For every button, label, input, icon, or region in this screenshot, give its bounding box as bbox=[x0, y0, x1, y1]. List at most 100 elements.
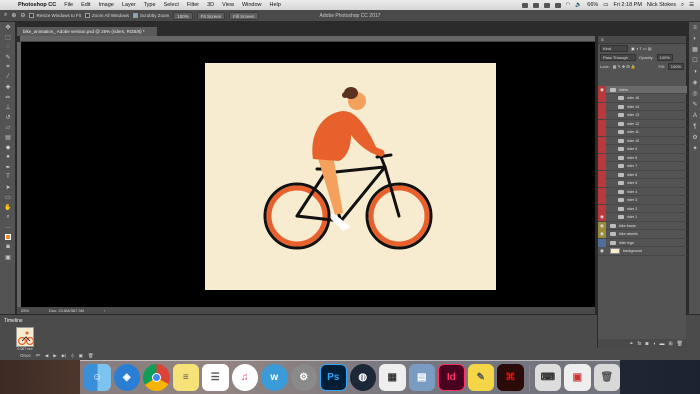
visibility-eye-icon[interactable] bbox=[598, 187, 606, 196]
battery-icon[interactable]: ▭ bbox=[603, 2, 608, 8]
menu-3d[interactable]: 3D bbox=[203, 2, 218, 8]
eyedropper-tool-icon[interactable]: ⁄ bbox=[1, 72, 15, 82]
blur-tool-icon[interactable]: ◆ bbox=[1, 142, 15, 152]
wifi-icon[interactable]: ◠ bbox=[566, 2, 571, 8]
add-mask-icon[interactable]: ◙ bbox=[645, 341, 648, 347]
brush-settings-icon[interactable]: ✦ bbox=[689, 143, 700, 154]
stamp-tool-icon[interactable]: ⊥ bbox=[1, 102, 15, 112]
visibility-eye-icon[interactable] bbox=[598, 162, 606, 170]
visibility-eye-icon[interactable]: ◉ bbox=[598, 230, 606, 238]
fx-icon[interactable]: fx bbox=[637, 341, 641, 347]
safari-icon[interactable]: ◈ bbox=[113, 364, 140, 391]
visibility-eye-icon[interactable] bbox=[598, 111, 606, 119]
marquee-tool-icon[interactable]: ⬚ bbox=[1, 32, 15, 42]
zoom-100-button[interactable]: 100% bbox=[173, 11, 193, 20]
first-frame-icon[interactable]: ⏮ bbox=[36, 353, 40, 359]
menu-window[interactable]: Window bbox=[238, 2, 266, 8]
user-name[interactable]: Nick Stokes bbox=[647, 2, 676, 8]
volume-icon[interactable]: 🔈 bbox=[575, 2, 582, 8]
gradient-tool-icon[interactable]: ▤ bbox=[1, 132, 15, 142]
opacity-field[interactable]: 100% bbox=[656, 54, 673, 61]
resize-windows-checkbox[interactable]: Resize Windows to Fit bbox=[29, 13, 81, 18]
layer-row[interactable]: rider 14 bbox=[598, 102, 687, 111]
filter-icons[interactable]: ▣ ◑ T ▭ ▤ bbox=[631, 46, 652, 51]
visibility-eye-icon[interactable]: ◉ bbox=[598, 221, 606, 230]
paths-icon[interactable]: ✎ bbox=[689, 99, 700, 110]
status-icon[interactable] bbox=[554, 2, 561, 8]
menu-edit[interactable]: Edit bbox=[77, 2, 94, 8]
status-icon[interactable] bbox=[521, 2, 528, 8]
blend-mode-select[interactable]: Pass Through bbox=[600, 54, 636, 61]
layer-row[interactable]: rider 2 bbox=[598, 204, 687, 213]
timeline-frame[interactable] bbox=[16, 327, 35, 347]
next-frame-icon[interactable]: ▶| bbox=[62, 353, 67, 359]
layer-row[interactable]: rider 3 bbox=[598, 196, 687, 205]
chrome-icon[interactable] bbox=[143, 364, 170, 391]
menu-file[interactable]: File bbox=[60, 2, 77, 8]
frame-delay[interactable]: 0.067 sec bbox=[16, 347, 34, 351]
crop-tool-icon[interactable]: ⌗ bbox=[1, 62, 15, 72]
properties-icon[interactable]: ⚙ bbox=[689, 132, 700, 143]
visibility-eye-icon[interactable] bbox=[598, 102, 606, 111]
tween-icon[interactable]: ⟠ bbox=[71, 353, 73, 359]
character-icon[interactable]: A bbox=[689, 110, 700, 121]
play-icon[interactable]: ▶ bbox=[53, 353, 56, 359]
pen-tool-icon[interactable]: ✒ bbox=[1, 162, 15, 172]
adjustments-icon[interactable]: ◑ bbox=[689, 66, 700, 77]
history-brush-icon[interactable]: ↺ bbox=[1, 112, 15, 122]
visibility-eye-icon[interactable] bbox=[598, 179, 606, 187]
visibility-eye-icon[interactable]: ◉ bbox=[598, 213, 606, 221]
clock[interactable]: Fri 2:18 PM bbox=[613, 2, 641, 8]
libraries-icon[interactable]: ☐ bbox=[689, 55, 700, 66]
link-layers-icon[interactable]: ⚭ bbox=[629, 341, 633, 347]
indesign-icon[interactable]: Id bbox=[438, 364, 465, 391]
color-icon[interactable]: ◐ bbox=[689, 33, 700, 44]
quick-select-tool-icon[interactable]: ✎ bbox=[1, 52, 15, 62]
notes-icon[interactable]: ≡ bbox=[172, 364, 199, 391]
layer-row[interactable]: rider 7 bbox=[598, 162, 687, 171]
screen-mode-icon[interactable]: ▣ bbox=[1, 252, 15, 262]
menu-image[interactable]: Image bbox=[95, 2, 118, 8]
layer-row[interactable]: rider 8 bbox=[598, 153, 687, 162]
document-tab[interactable]: bike_animation_ Adobe version.psd @ 25% … bbox=[17, 27, 157, 36]
layer-row[interactable]: rider 9 bbox=[598, 145, 687, 154]
layer-row[interactable]: ◉ rider 1 bbox=[598, 213, 687, 222]
visibility-eye-icon[interactable] bbox=[598, 196, 606, 204]
delete-frame-icon[interactable]: 🗑 bbox=[88, 353, 94, 359]
spotlight-icon[interactable]: ⌕ bbox=[681, 2, 684, 9]
menu-help[interactable]: Help bbox=[266, 2, 285, 8]
visibility-eye-icon[interactable] bbox=[598, 238, 606, 247]
lock-icons[interactable]: ▦ ✎ ✥ ⊞ 🔒 bbox=[613, 64, 636, 69]
visibility-eye-icon[interactable] bbox=[598, 128, 606, 136]
channels-icon[interactable]: ◎ bbox=[689, 88, 700, 99]
acrobat-icon[interactable]: ⌘ bbox=[497, 364, 524, 391]
w-icon[interactable]: w bbox=[261, 364, 288, 391]
layer-row[interactable]: rider 4 bbox=[598, 187, 687, 196]
status-arrow-icon[interactable]: › bbox=[104, 307, 105, 314]
preview-icon[interactable]: ▤ bbox=[408, 364, 436, 391]
color-swatches[interactable] bbox=[1, 232, 15, 242]
status-icon[interactable] bbox=[543, 2, 550, 8]
visibility-eye-icon[interactable] bbox=[598, 94, 606, 102]
new-layer-icon[interactable]: ⊞ bbox=[668, 341, 672, 347]
zoom-out-icon[interactable]: ⊖ bbox=[20, 12, 25, 19]
fit-screen-button[interactable]: Fit Screen bbox=[196, 11, 226, 20]
visibility-eye-icon[interactable] bbox=[598, 153, 606, 162]
quick-mask-icon[interactable]: ◙ bbox=[1, 242, 15, 252]
move-tool-icon[interactable]: ✥ bbox=[1, 22, 15, 32]
layer-row[interactable]: rider 6 bbox=[598, 170, 687, 179]
adjustment-layer-icon[interactable]: ◑ bbox=[652, 341, 655, 347]
layer-row[interactable]: ◉ bike wheels bbox=[598, 230, 687, 239]
visibility-eye-icon[interactable] bbox=[598, 145, 606, 153]
battery-percent[interactable]: 66% bbox=[587, 2, 598, 8]
layer-row[interactable]: rider legs bbox=[598, 238, 687, 247]
delete-layer-icon[interactable]: 🗑 bbox=[677, 341, 683, 347]
zoom-in-icon[interactable]: ⊕ bbox=[11, 12, 16, 19]
finder-icon[interactable]: ☺ bbox=[84, 364, 111, 391]
hand-tool-icon[interactable]: ✋ bbox=[1, 202, 15, 212]
steam-icon[interactable]: ◍ bbox=[349, 364, 377, 391]
path-select-icon[interactable]: ➤ bbox=[1, 182, 15, 192]
doc-size[interactable]: Doc: 23.6M/387.3M bbox=[49, 307, 84, 314]
menu-layer[interactable]: Layer bbox=[118, 2, 140, 8]
settings-icon[interactable]: ⚙ bbox=[290, 364, 317, 391]
